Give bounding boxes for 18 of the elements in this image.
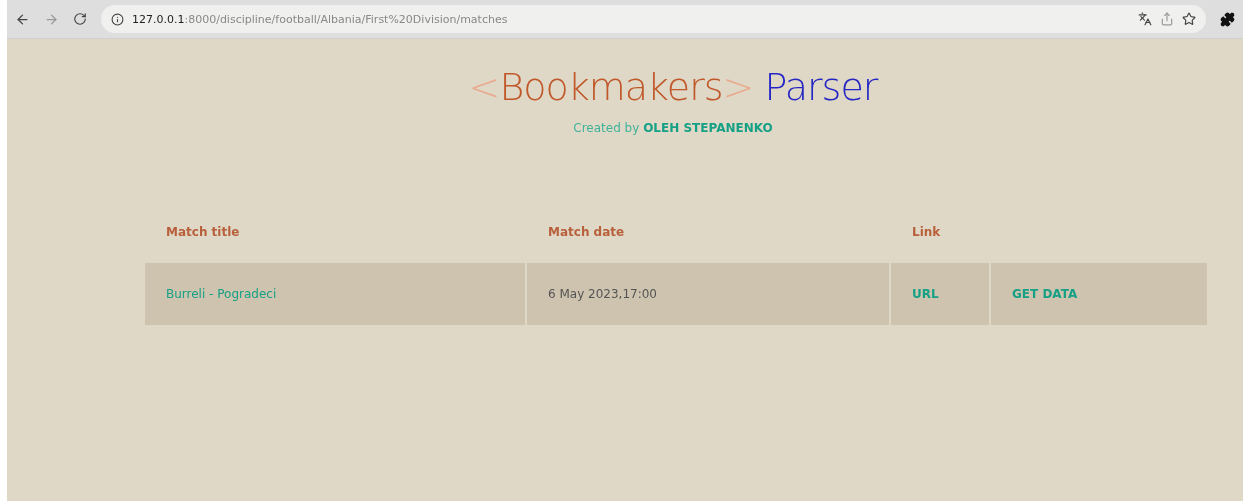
url-host: 127.0.0.1 [132, 12, 185, 26]
star-icon[interactable] [1182, 12, 1196, 26]
column-header: Match title [165, 224, 241, 241]
get-data-link[interactable]: GET DATA [1012, 287, 1078, 301]
url-link[interactable]: URL [912, 287, 939, 301]
table-cell: Burreli - Pogradeci [145, 263, 525, 325]
column-header: Link [911, 224, 942, 241]
column-header: Match date [547, 224, 626, 241]
address-bar[interactable]: 127.0.0.1:8000/discipline/football/Albania/First%20Division/matches [101, 5, 1206, 33]
credit-text: Created by OLEH STEPANENKO [573, 121, 773, 135]
url-path: :8000/discipline/football/Albania/First%20Division/matches [184, 12, 508, 26]
puzzle-icon[interactable] [1220, 11, 1235, 27]
table-cell: 6 May 2023,17:00 [527, 263, 889, 325]
page-title: <Bookmakers> Parser [468, 65, 878, 109]
translate-icon[interactable] [1138, 12, 1152, 26]
back-icon[interactable] [15, 11, 30, 27]
info-icon[interactable] [111, 12, 124, 26]
reload-icon[interactable] [73, 12, 87, 26]
